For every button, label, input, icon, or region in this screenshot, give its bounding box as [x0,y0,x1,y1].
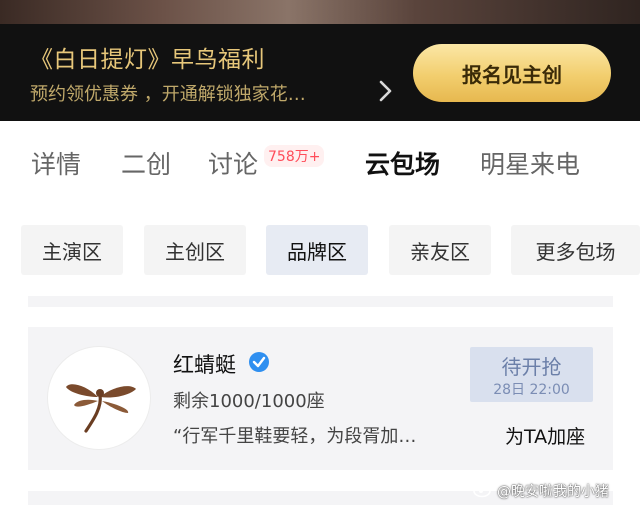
verified-badge-icon [249,352,269,372]
dragonfly-logo-icon [66,384,136,433]
status-time: 28日 22:00 [493,382,570,398]
promo-banner[interactable]: 《白日提灯》早鸟福利 预约领优惠券 ，开通解锁独家花… 报名见主创 [0,24,640,121]
tab-discussion[interactable]: 讨论 [208,145,258,181]
promo-subtitle: 预约领优惠券 ，开通解锁独家花… [30,84,306,105]
chevron-right-icon[interactable] [373,79,397,103]
tab-cloud-screening[interactable]: 云包场 [365,145,440,181]
add-seat-button[interactable]: 为TA加座 [505,422,585,449]
weibo-icon [473,482,492,498]
chip-friends[interactable]: 亲友区 [389,225,491,275]
discussion-count-badge: 758万+ [264,145,325,167]
chip-more-screenings[interactable]: 更多包场 [511,225,640,275]
tab-details[interactable]: 详情 [31,145,81,181]
brand-quote: “行军千里鞋要轻，为段胥加… [173,426,417,447]
remaining-seats: 剩余1000/1000座 [173,391,325,412]
status-label: 待开抢 [501,355,562,379]
signup-meet-creators-button[interactable]: 报名见主创 [413,44,611,102]
chip-creators[interactable]: 主创区 [144,225,246,275]
chip-lead-cast[interactable]: 主演区 [21,225,123,275]
brand-avatar[interactable] [48,347,150,449]
tab-bar: 详情 二创 讨论 758万+ 云包场 明星来电 [0,121,640,205]
tab-celebrity-call[interactable]: 明星来电 [480,145,580,181]
watermark-text: @晚安啦我的小猪 [497,484,609,500]
brand-name[interactable]: 红蜻蜓 [173,349,236,379]
previous-card-edge [28,296,613,307]
pending-grab-button[interactable]: 待开抢 28日 22:00 [470,347,593,402]
screening-card[interactable]: 红蜻蜓 剩余1000/1000座 “行军千里鞋要轻，为段胥加… 待开抢 28日 … [28,327,613,470]
chip-brands[interactable]: 品牌区 [266,225,368,275]
tab-fan-creations[interactable]: 二创 [121,145,171,181]
promo-title: 《白日提灯》早鸟福利 [30,47,265,73]
category-chips: 主演区 主创区 品牌区 亲友区 更多包场 [0,225,640,275]
